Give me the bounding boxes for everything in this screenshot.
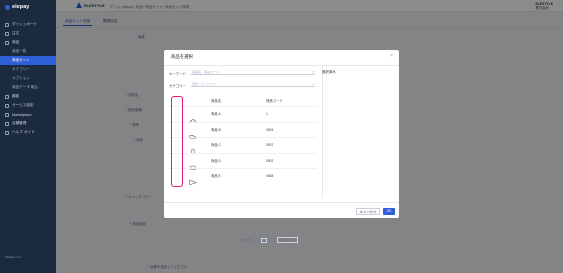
sidebar-item-label: 商品 (12, 40, 20, 44)
sidebar: elepay ダッシュボード 注文商品商品一覧商品セットカテゴリーオプション商品デ… (0, 0, 56, 273)
sidebar-item[interactable]: ヘルプ ガイド (0, 128, 56, 137)
close-icon[interactable]: × (390, 53, 393, 59)
sidebar-item[interactable]: 商品セット (0, 56, 56, 65)
sidebar-item[interactable]: 注文 (0, 29, 56, 38)
sidebar-item[interactable]: 商品データ 取込 (0, 83, 56, 92)
table-row[interactable]: 商品 D 0002 (169, 152, 317, 170)
sidebar-item-label: ダッシュボード (12, 22, 38, 26)
pagination: 合計 5 件 < 1 > 10 / ページ (239, 237, 298, 243)
product-code: 1 (266, 112, 268, 116)
cancel-button[interactable]: キャンセル (356, 208, 380, 215)
sidebar-item[interactable]: 店舗管理 (0, 119, 56, 128)
nav-icon (5, 31, 9, 36)
selected-label: 選択済み (322, 70, 336, 74)
nav-icon (5, 40, 9, 45)
sidebar-item[interactable]: オプション (0, 74, 56, 83)
product-code: 0002 (266, 158, 274, 163)
column-header-name: 商品名 (211, 99, 222, 103)
keyword-placeholder: 商品名、商品コード (192, 70, 220, 74)
product-code: 0004 (266, 127, 274, 132)
burger-icon (189, 158, 197, 170)
nav-icon (5, 130, 9, 135)
nav-icon (5, 112, 9, 117)
ok-button[interactable]: OK (383, 208, 395, 215)
version-text: Version: 1.1 (5, 255, 21, 259)
chevron-down-icon: ⌄ (311, 81, 315, 86)
sidebar-item-label: 商品データ 取込 (12, 85, 39, 89)
per-page-select[interactable]: 10 / ページ (276, 237, 298, 243)
sidebar-item-label: サービス設定 (12, 103, 34, 107)
sidebar-item-label: Marketplace (12, 112, 32, 117)
footer-divider (164, 202, 399, 203)
sidebar-item[interactable]: Marketplace (0, 110, 56, 119)
logo: elepay (5, 4, 29, 10)
total-count: 合計 5 件 (239, 238, 252, 242)
product-name: 商品 E (211, 174, 221, 178)
table-row[interactable]: 商品 C 0007 (169, 137, 317, 155)
table-row[interactable]: 商品 B 0004 (169, 121, 317, 138)
logo-icon (5, 4, 10, 10)
sidebar-item-label: 商品セット (12, 58, 30, 62)
sidebar-item-label: 店舗管理 (12, 121, 27, 125)
divider (164, 65, 399, 66)
product-name: 商品 B (211, 127, 221, 132)
table-row[interactable]: 商品 A 1 (169, 106, 317, 123)
sidebar-item-label: オプション (12, 76, 30, 80)
pizza-icon (189, 173, 197, 186)
table-row[interactable]: 商品 E 0008 (169, 168, 317, 186)
search-icon[interactable]: ⌕ (313, 69, 315, 75)
product-select-modal: 商品を選択 × キーワード 商品名、商品コード ⌕ カテゴリー 選択してください… (164, 50, 399, 243)
product-code: 0007 (266, 143, 274, 147)
category-label: カテゴリー (169, 84, 186, 88)
column-header-code: 商品コード (266, 99, 283, 103)
sidebar-nav: ダッシュボード 注文商品商品一覧商品セットカテゴリーオプション商品データ 取込 顧客… (0, 20, 56, 137)
prev-page-icon[interactable]: < (255, 238, 257, 242)
sidebar-item-label: ヘルプ ガイド (12, 130, 35, 134)
sidebar-item[interactable]: カテゴリー (0, 65, 56, 74)
product-name: 商品 D (211, 158, 221, 163)
shoe-icon (189, 127, 197, 138)
product-name: 商品 C (211, 143, 221, 147)
hat-icon (189, 111, 197, 123)
keyword-input[interactable]: 商品名、商品コード ⌕ (191, 69, 315, 75)
nav-icon (5, 94, 9, 99)
checkbox-column-highlight (171, 96, 183, 187)
nav-icon (5, 121, 9, 126)
bottle-icon (189, 142, 197, 155)
sidebar-item-label: 注文 (12, 31, 20, 35)
product-name: 商品 A (211, 112, 221, 116)
sidebar-item-label: カテゴリー (12, 67, 30, 71)
sidebar-item-label: 顧客 (12, 94, 20, 98)
app-root: elepay ダッシュボード 注文 商品 商品一覧 商品セット カテゴリー オプション 商品デ… (0, 0, 563, 273)
next-page-icon[interactable]: > (271, 238, 273, 242)
selected-pane-divider (322, 66, 323, 198)
sidebar-item-label: 商品一覧 (12, 49, 27, 53)
product-code: 0008 (266, 174, 274, 178)
keyword-label: キーワード (169, 72, 186, 76)
category-select[interactable]: 選択してください ⌄ (191, 81, 315, 87)
nav-icon (5, 103, 9, 108)
sidebar-item[interactable]: 商品 (0, 38, 56, 47)
page-1-button[interactable]: 1 (261, 237, 268, 243)
sidebar-item[interactable]: サービス設定 (0, 101, 56, 110)
sidebar-item[interactable]: 商品一覧 (0, 47, 56, 56)
sidebar-item[interactable]: ダッシュボード (0, 20, 56, 29)
nav-icon (5, 22, 9, 27)
category-placeholder: 選択してください (192, 82, 216, 86)
modal-title: 商品を選択 (171, 54, 193, 59)
logo-text: elepay (12, 4, 30, 10)
sidebar-item[interactable]: 顧客 (0, 92, 56, 101)
